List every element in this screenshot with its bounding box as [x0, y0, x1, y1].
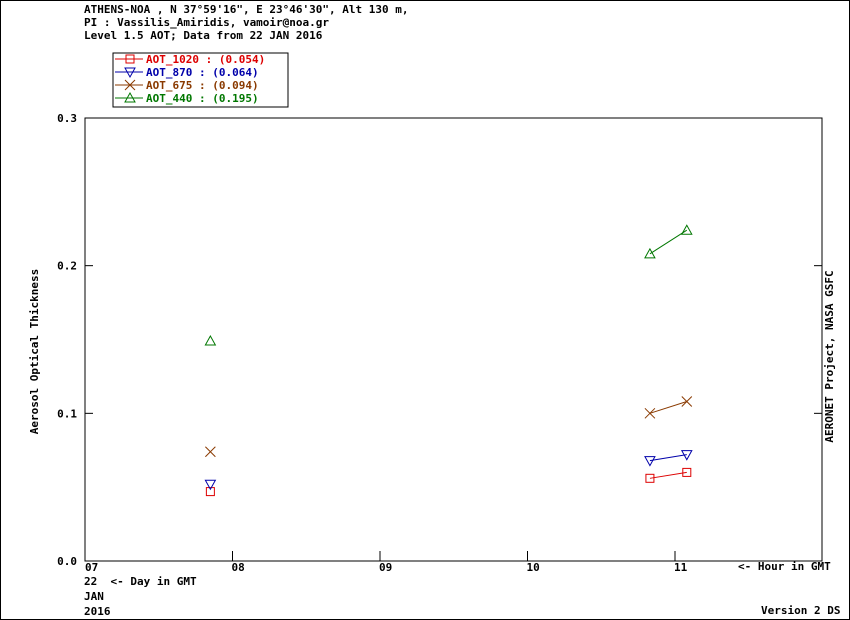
x-axis: 07 08 09 10 11 [84, 551, 688, 574]
legend: AOT_1020 : (0.054)AOT_870 : (0.064)AOT_6… [112, 52, 289, 108]
series-line [649, 454, 687, 462]
legend-label: AOT_870 : (0.064) [146, 66, 259, 79]
series-aot-1020 [205, 467, 692, 497]
series-line [649, 401, 687, 414]
month-label: JAN [84, 590, 104, 603]
y-tick-label: 0.3 [57, 112, 77, 125]
data-point [204, 334, 217, 346]
x-tick-label: 11 [674, 561, 688, 574]
data-point [644, 456, 656, 467]
day-label: 22 <- Day in GMT [84, 575, 197, 588]
legend-label: AOT_440 : (0.195) [146, 92, 259, 105]
series-line [649, 471, 687, 479]
legend-label: AOT_675 : (0.094) [146, 79, 259, 92]
hour-label: <- Hour in GMT [738, 560, 831, 573]
aot-chart: AOT_1020 : (0.054)AOT_870 : (0.064)AOT_6… [28, 52, 836, 574]
series-aot-675 [205, 396, 693, 458]
y-axis: 0.0 0.1 0.2 0.3 [57, 112, 822, 568]
series-aot-870 [204, 450, 693, 491]
legend-label: AOT_1020 : (0.054) [146, 53, 265, 66]
x-tick-label: 08 [232, 561, 245, 574]
legend-entry: AOT_675 : (0.094) [115, 79, 259, 92]
x-tick-label: 09 [379, 561, 392, 574]
x-tick-label: 07 [85, 561, 98, 574]
data-point [681, 396, 693, 407]
credit-label: AERONET Project, NASA GSFC [823, 270, 836, 442]
series-line [649, 229, 688, 255]
legend-entry: AOT_1020 : (0.054) [115, 53, 265, 66]
y-axis-label: Aerosol Optical Thickness [28, 269, 41, 435]
y-tick-label: 0.2 [57, 260, 77, 273]
y-tick-label: 0.0 [57, 555, 77, 568]
data-point [205, 446, 216, 458]
legend-entry: AOT_870 : (0.064) [115, 66, 259, 79]
version-label: Version 2 DS [761, 604, 841, 617]
y-tick-label: 0.1 [57, 407, 77, 420]
x-tick-label: 10 [527, 561, 540, 574]
year-label: 2016 [84, 605, 111, 618]
series-aot-440 [204, 224, 693, 346]
series-layer [204, 224, 693, 497]
legend-entry: AOT_440 : (0.195) [115, 91, 259, 105]
plot-area [84, 117, 823, 562]
data-point [644, 407, 656, 419]
